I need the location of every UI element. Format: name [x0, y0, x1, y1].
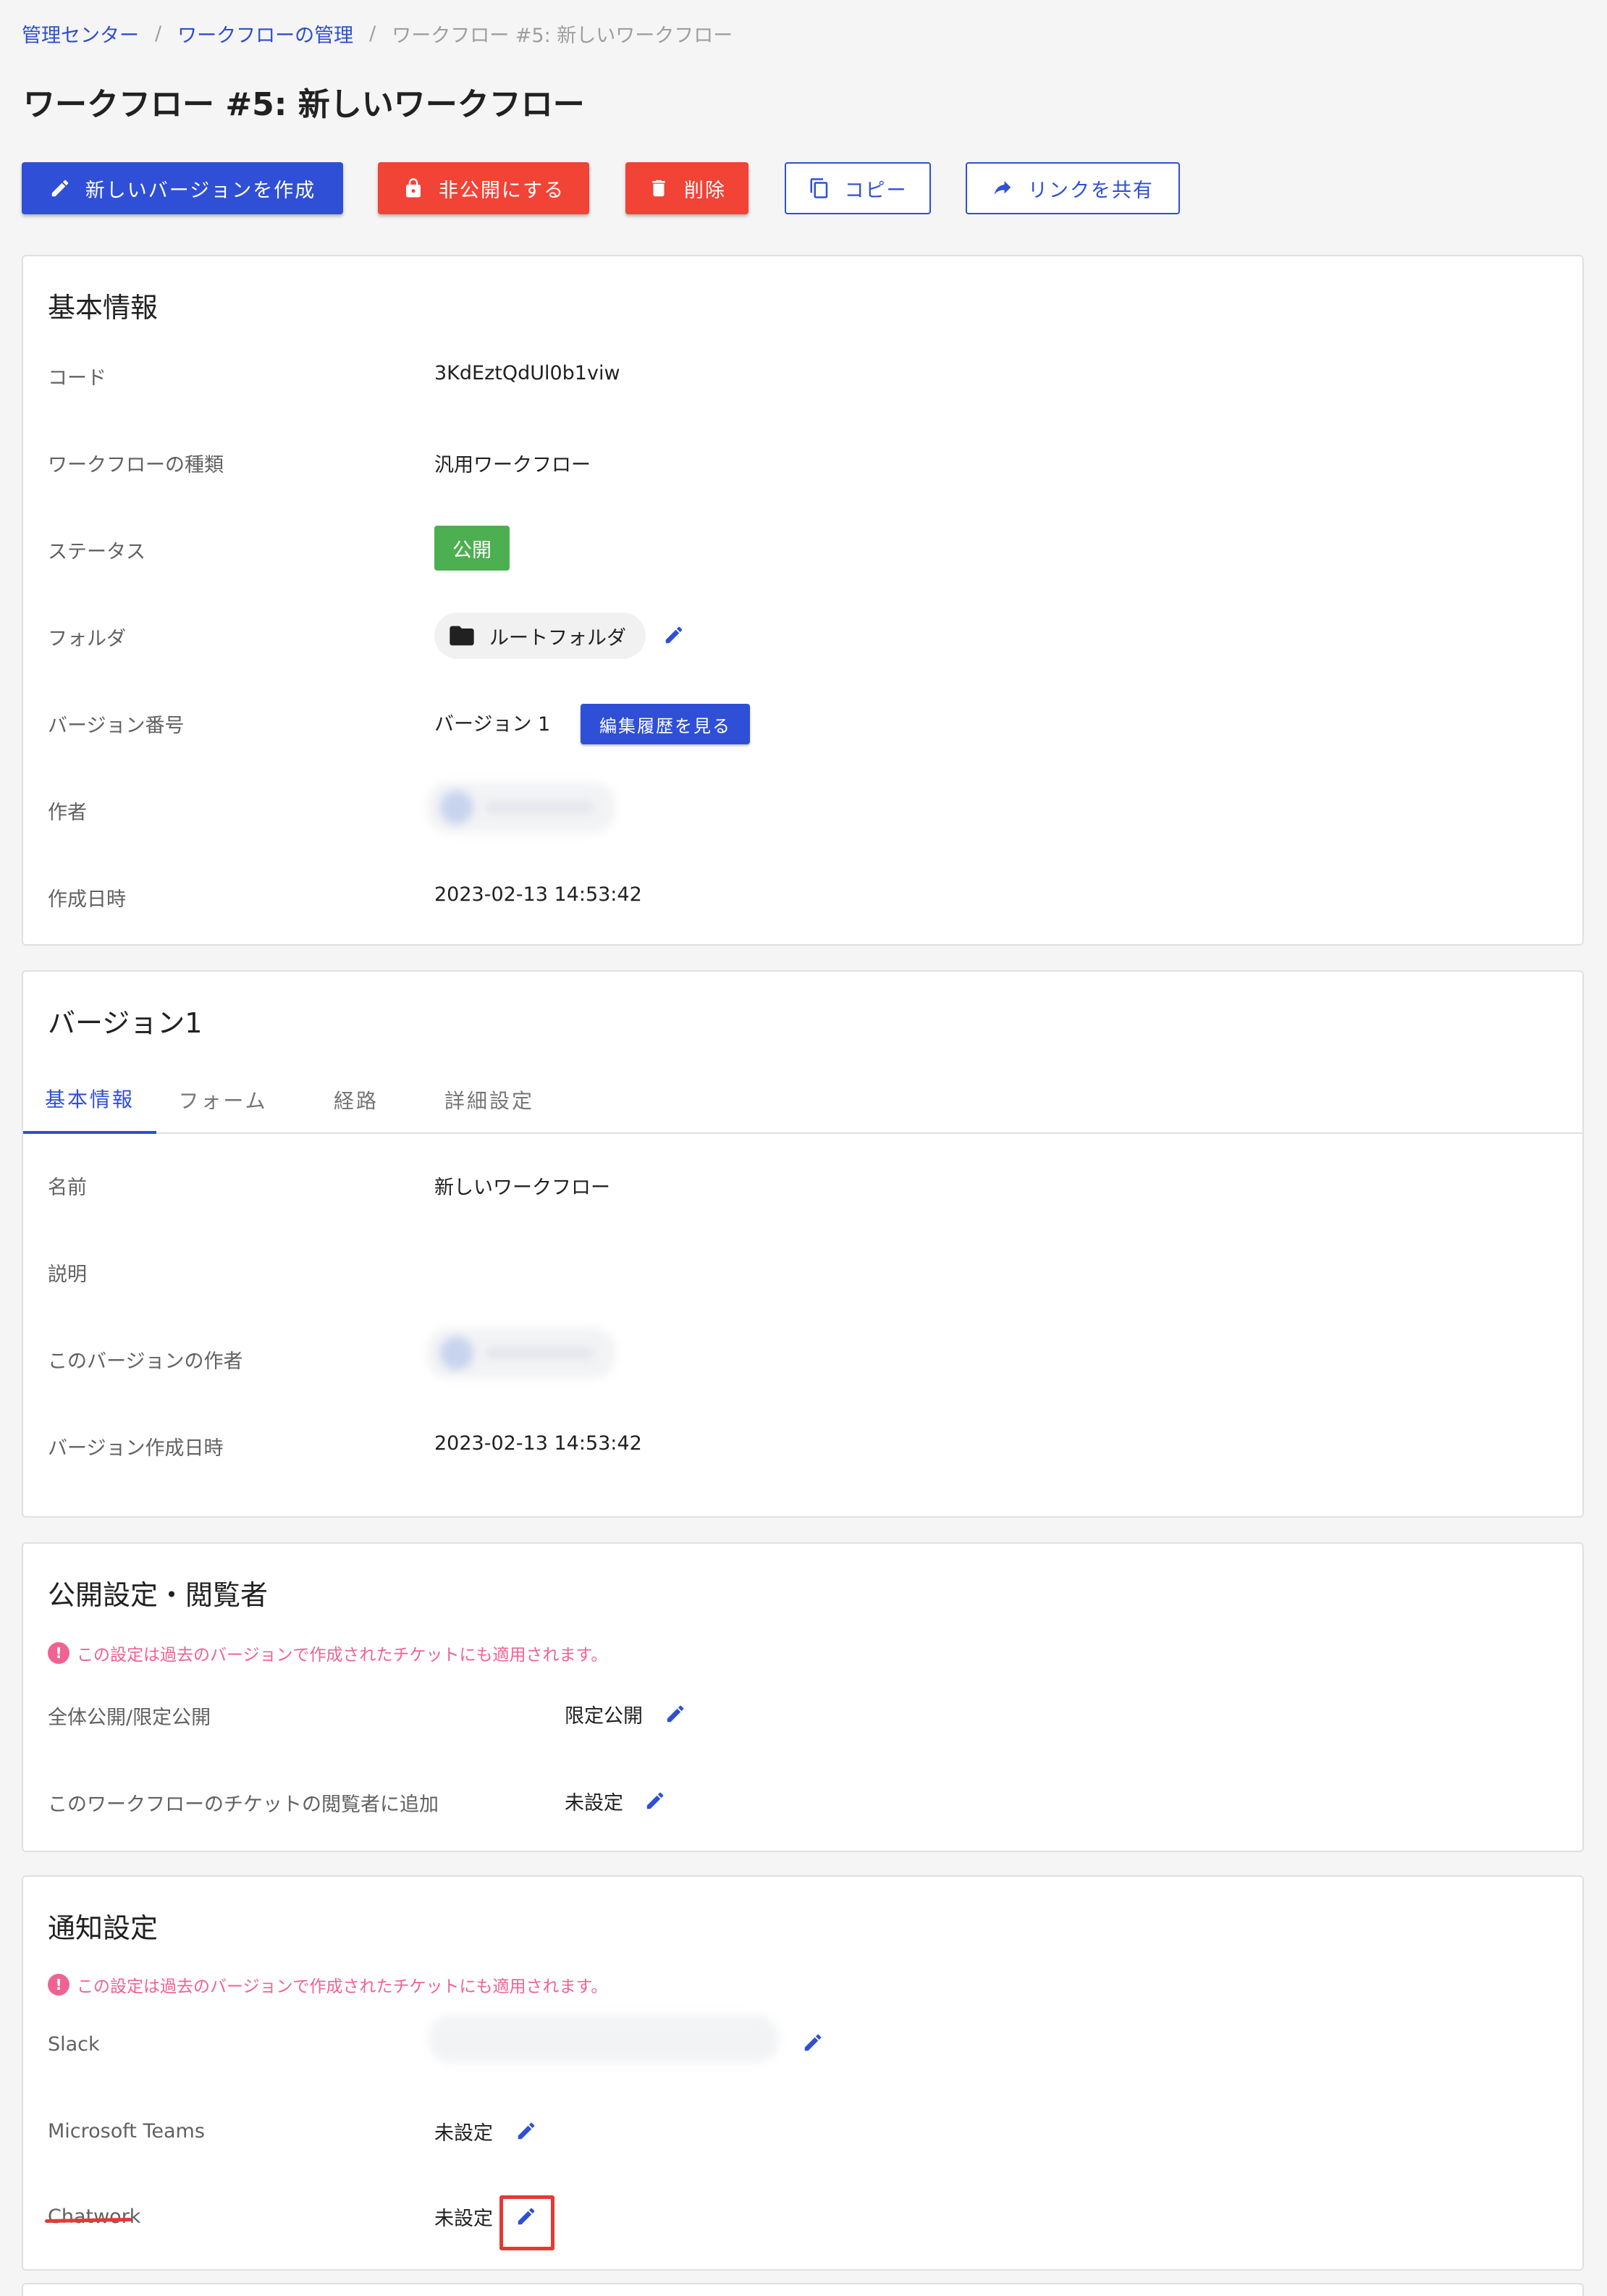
notification-warning: ! この設定は過去のバージョンで作成されたチケットにも適用されます。: [48, 1972, 607, 1997]
version-title: バージョン1: [48, 1007, 203, 1039]
unpublish-button[interactable]: 非公開にする: [378, 162, 589, 214]
view-history-button[interactable]: 編集履歴を見る: [581, 704, 750, 744]
tab-form[interactable]: フォーム: [156, 1066, 290, 1134]
version-created-value: 2023-02-13 14:53:42: [434, 1432, 642, 1455]
version-author-avatar-blurred: [427, 1328, 615, 1379]
version-number-label: バージョン番号: [48, 715, 185, 737]
breadcrumb-separator: /: [369, 22, 376, 45]
breadcrumb-separator: /: [155, 22, 162, 45]
visibility-warning: ! この設定は過去のバージョンで作成されたチケットにも適用されます。: [48, 1641, 607, 1665]
pencil-icon[interactable]: [663, 624, 685, 646]
lock-icon: [405, 178, 421, 198]
workflow-type-value: 汎用ワークフロー: [434, 454, 591, 476]
status-badge: 公開: [434, 526, 510, 571]
notification-card: 通知設定 ! この設定は過去のバージョンで作成されたチケットにも適用されます。 …: [22, 1875, 1584, 2271]
status-label: ステータス: [48, 541, 145, 563]
tab-basic-info[interactable]: 基本情報: [23, 1066, 156, 1134]
breadcrumb: 管理センター / ワークフローの管理 / ワークフロー #5: 新しいワークフロ…: [22, 19, 733, 48]
copy-icon: [810, 178, 827, 198]
pencil-icon: [51, 180, 69, 197]
slack-label: Slack: [48, 2033, 100, 2056]
pencil-icon[interactable]: [802, 2032, 824, 2053]
tab-advanced-settings[interactable]: 詳細設定: [423, 1066, 556, 1134]
share-arrow-icon: [994, 181, 1011, 195]
author-label: 作者: [48, 802, 87, 824]
page-title: ワークフロー #5: 新しいワークフロー: [23, 86, 585, 123]
code-label: コード: [48, 367, 106, 390]
pencil-icon[interactable]: [515, 2120, 537, 2142]
alert-circle-icon: !: [48, 1974, 69, 1996]
viewers-value: 未設定: [565, 1792, 623, 1814]
version-tabs: 基本情報 フォーム 経路 詳細設定: [23, 1066, 1582, 1134]
basic-info-card: 基本情報 コード 3KdEztQdUl0b1viw ワークフローの種類 汎用ワー…: [22, 255, 1584, 946]
delete-button[interactable]: 削除: [625, 162, 748, 214]
code-value: 3KdEztQdUl0b1viw: [434, 362, 620, 384]
breadcrumb-current: ワークフロー #5: 新しいワークフロー: [392, 24, 733, 47]
visibility-title: 公開設定・閲覧者: [48, 1579, 269, 1611]
new-version-button[interactable]: 新しいバージョンを作成: [22, 162, 343, 214]
version-created-label: バージョン作成日時: [48, 1437, 224, 1460]
teams-value: 未設定: [434, 2122, 493, 2145]
share-link-label: リンクを共有: [1028, 179, 1154, 202]
version-number-value: バージョン 1: [434, 713, 551, 736]
publish-scope-value: 限定公開: [565, 1705, 643, 1728]
name-value: 新しいワークフロー: [434, 1177, 610, 1199]
chatwork-edit-highlight-box: [499, 2195, 554, 2250]
teams-label: Microsoft Teams: [48, 2120, 205, 2142]
visibility-card: 公開設定・閲覧者 ! この設定は過去のバージョンで作成されたチケットにも適用され…: [22, 1542, 1584, 1852]
created-at-value: 2023-02-13 14:53:42: [434, 883, 642, 906]
notification-title: 通知設定: [48, 1912, 159, 1944]
unpublish-label: 非公開にする: [438, 179, 565, 202]
copy-label: コピー: [844, 179, 908, 202]
folder-label: フォルダ: [48, 628, 126, 650]
chatwork-label: Chatwork: [48, 2205, 141, 2228]
notification-warning-text: この設定は過去のバージョンで作成されたチケットにも適用されます。: [77, 1977, 608, 1996]
tab-route[interactable]: 経路: [290, 1066, 423, 1134]
publish-scope-label: 全体公開/限定公開: [48, 1707, 211, 1729]
new-version-label: 新しいバージョンを作成: [85, 179, 316, 202]
next-card-edge: [22, 2283, 1584, 2296]
viewers-label: このワークフローのチケットの閲覧者に追加: [48, 1794, 439, 1816]
alert-circle-icon: !: [48, 1642, 69, 1664]
pencil-icon[interactable]: [665, 1703, 686, 1725]
folder-value: ルートフォルダ: [489, 626, 626, 649]
author-avatar-blurred: [427, 782, 615, 833]
visibility-warning-text: この設定は過去のバージョンで作成されたチケットにも適用されます。: [77, 1646, 608, 1665]
share-link-button[interactable]: リンクを共有: [966, 162, 1180, 214]
version-author-label: このバージョンの作者: [48, 1350, 243, 1373]
name-label: 名前: [48, 1177, 87, 1199]
breadcrumb-workflow-management[interactable]: ワークフローの管理: [177, 20, 353, 48]
folder-icon: [450, 626, 474, 646]
basic-info-title: 基本情報: [48, 292, 159, 324]
created-at-label: 作成日時: [48, 888, 126, 911]
breadcrumb-admin-center[interactable]: 管理センター: [22, 20, 139, 48]
copy-button[interactable]: コピー: [785, 162, 931, 214]
folder-chip[interactable]: ルートフォルダ: [434, 613, 646, 659]
workflow-type-label: ワークフローの種類: [48, 454, 224, 476]
description-label: 説明: [48, 1263, 87, 1286]
pencil-icon[interactable]: [644, 1790, 666, 1812]
version-card: バージョン1 基本情報 フォーム 経路 詳細設定 名前 新しいワークフロー 説明…: [22, 970, 1584, 1518]
slack-value-blurred: [429, 2016, 779, 2062]
trash-icon: [652, 180, 665, 197]
delete-label: 削除: [684, 179, 726, 202]
chatwork-value: 未設定: [434, 2208, 493, 2230]
